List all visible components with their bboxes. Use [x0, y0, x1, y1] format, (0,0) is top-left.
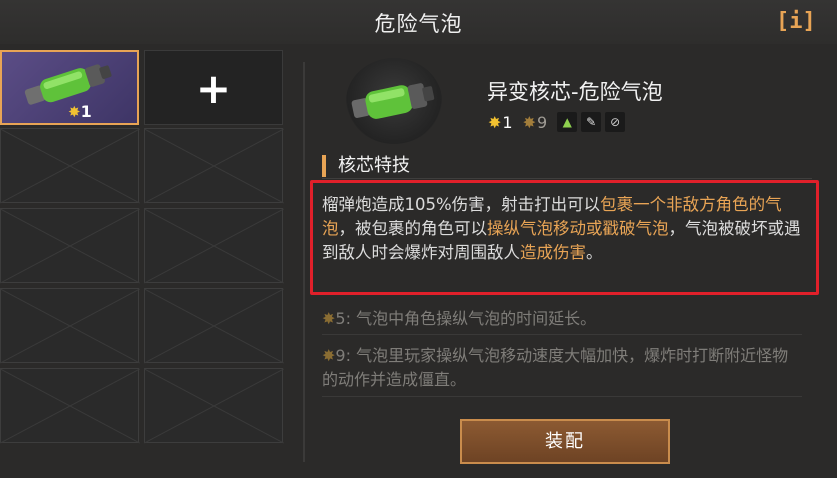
bonus-divider — [322, 396, 802, 397]
plus-icon: + — [195, 64, 232, 113]
core-inventory-grid: ✸1 + — [0, 48, 290, 478]
bonus-level-5: ✸5: 气泡中角色操纵气泡的时间延长。 — [322, 309, 597, 328]
block-icon: ⊘ — [605, 112, 626, 132]
inventory-slot-empty[interactable] — [0, 128, 139, 203]
inventory-slot-empty[interactable] — [0, 208, 139, 283]
add-slot-button[interactable]: + — [144, 50, 283, 125]
info-button[interactable]: [i] — [776, 9, 816, 35]
level-badge: ✸1 — [68, 102, 92, 121]
core-stats: ✸ 1 ✸ 9 ▲ ✎ ⊘ — [488, 111, 626, 133]
inventory-slot-empty[interactable] — [144, 128, 283, 203]
inventory-slot-selected[interactable]: ✸1 — [0, 50, 139, 125]
star-icon: ✸ — [322, 309, 336, 328]
panel-divider — [303, 62, 305, 462]
star-icon: ✸ — [488, 112, 502, 132]
star-icon: ✸ — [522, 112, 536, 132]
skill-description: 榴弹炮造成105%伤害，射击打出可以包裹一个非敌方角色的气泡，被包裹的角色可以操… — [322, 195, 801, 262]
page-title: 危险气泡 — [374, 12, 463, 36]
star-icon: ✸ — [322, 346, 336, 365]
element-icon: ▲ — [557, 112, 578, 132]
core-name: 异变核芯-危险气泡 — [487, 80, 663, 104]
star-icon: ✸ — [68, 103, 81, 121]
bubble-core-icon — [24, 64, 112, 105]
max-level-stat: ✸ 9 — [522, 112, 548, 132]
current-level-stat: ✸ 1 — [488, 112, 513, 132]
inventory-slot-empty[interactable] — [144, 368, 283, 443]
core-preview — [346, 58, 442, 144]
bonus-level-9: ✸9: 气泡里玩家操纵气泡移动速度大幅加快，爆炸时打断附近怪物的动作并造成僵直。 — [322, 346, 789, 389]
inventory-slot-empty[interactable] — [0, 368, 139, 443]
inventory-slot-empty[interactable] — [144, 288, 283, 363]
bonus-divider — [322, 334, 802, 335]
inventory-slot-empty[interactable] — [144, 208, 283, 283]
bubble-core-large-icon — [351, 83, 435, 119]
equip-button[interactable]: 装配 — [460, 419, 670, 464]
section-divider — [322, 178, 812, 179]
section-title: 核芯特技 — [322, 155, 410, 177]
inventory-slot-empty[interactable] — [0, 288, 139, 363]
top-bar: 危险气泡 [i] — [0, 0, 837, 44]
wrench-icon: ✎ — [581, 112, 602, 132]
